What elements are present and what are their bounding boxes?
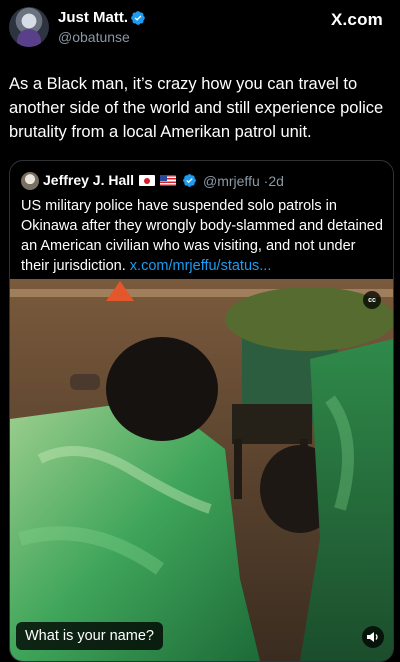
video-caption: What is your name? [16,622,163,650]
post-header: Just Matt. @obatunse X.com [0,0,400,60]
video-player[interactable]: cc What is your name? [10,279,393,661]
quoted-author-meta[interactable]: @mrjeffu ·2d [203,173,284,189]
author-name[interactable]: Just Matt. [58,9,128,26]
post-text: As a Black man, it’s crazy how you can t… [9,75,384,141]
quoted-author-name[interactable]: Jeffrey J. Hall [43,172,134,188]
x-logo[interactable]: X.com [331,10,383,30]
video-frame [10,279,393,661]
quoted-post-card[interactable]: Jeffrey J. Hall @mrjeffu ·2d US military… [9,160,394,662]
verified-badge-icon [131,11,145,25]
japan-flag-icon [139,175,155,186]
post-time: 2d [268,173,284,189]
us-flag-icon [160,175,176,186]
quoted-post-text: US military police have suspended solo p… [21,196,386,276]
author-avatar[interactable] [9,7,49,47]
quoted-author-handle[interactable]: @mrjeffu [203,173,260,189]
speaker-icon [367,632,378,642]
quoted-author-avatar[interactable] [21,172,39,190]
author-handle[interactable]: @obatunse [58,29,130,45]
quoted-post-link[interactable]: x.com/mrjeffu/status... [130,258,272,274]
verified-badge-icon [183,174,196,187]
volume-icon[interactable] [362,626,384,648]
closed-captions-icon[interactable]: cc [363,291,381,309]
